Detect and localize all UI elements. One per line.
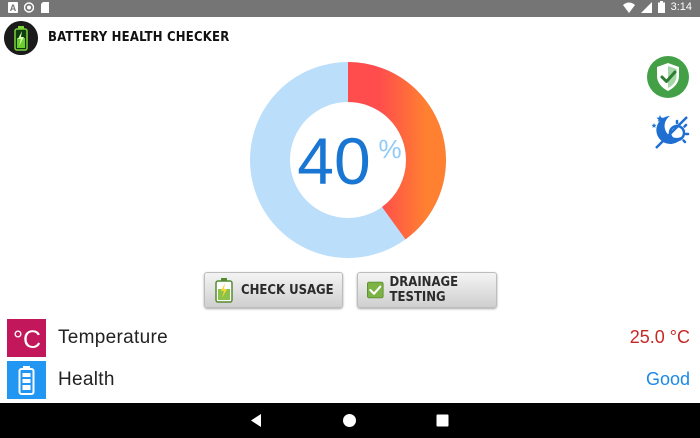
drainage-testing-button[interactable]: DRAINAGE TESTING [357, 272, 497, 308]
status-time: 3:14 [670, 1, 692, 13]
app-logo [4, 21, 38, 55]
health-row: Health Good [0, 360, 700, 400]
temperature-label: Temperature [58, 327, 168, 348]
night-mode-button[interactable] [647, 108, 691, 152]
gauge-unit: % [378, 134, 401, 164]
battery-icon [657, 1, 665, 13]
health-value: Good [645, 369, 690, 389]
cellular-signal-icon [640, 1, 652, 13]
checkbox-checked-icon [367, 281, 384, 299]
temperature-value: 25.0 °C [629, 327, 690, 347]
celsius-icon-text: °C [13, 326, 41, 354]
drainage-testing-label: DRAINAGE TESTING [389, 275, 459, 305]
battery-charge-icon [215, 278, 233, 303]
wifi-icon [622, 2, 635, 13]
app-title: BATTERY HEALTH CHECKER [48, 30, 230, 45]
health-label: Health [58, 369, 115, 390]
temperature-row: °C Temperature 25.0 °C [0, 318, 700, 358]
svg-text:A: A [10, 3, 17, 13]
battery-level-gauge: 40 % [250, 62, 446, 258]
recents-icon[interactable] [436, 414, 449, 427]
navigation-bar [0, 403, 700, 438]
app-bar: BATTERY HEALTH CHECKER [0, 17, 700, 59]
battery-health-icon [7, 361, 46, 399]
night-mode-icon [651, 115, 690, 149]
back-icon[interactable] [249, 413, 263, 428]
record-icon [24, 2, 34, 13]
notification-a-icon: A [8, 2, 18, 13]
celsius-icon: °C [7, 319, 46, 357]
home-icon[interactable] [342, 413, 357, 428]
battery-logo-icon [4, 21, 38, 55]
status-bar: A 3:14 [0, 0, 700, 17]
check-usage-label: CHECK USAGE [241, 282, 334, 298]
gauge-value: 40 [297, 124, 370, 198]
check-usage-button[interactable]: CHECK USAGE [204, 272, 343, 308]
shield-check-button[interactable] [646, 55, 690, 99]
sd-card-icon [41, 2, 49, 13]
shield-check-icon [647, 56, 689, 98]
